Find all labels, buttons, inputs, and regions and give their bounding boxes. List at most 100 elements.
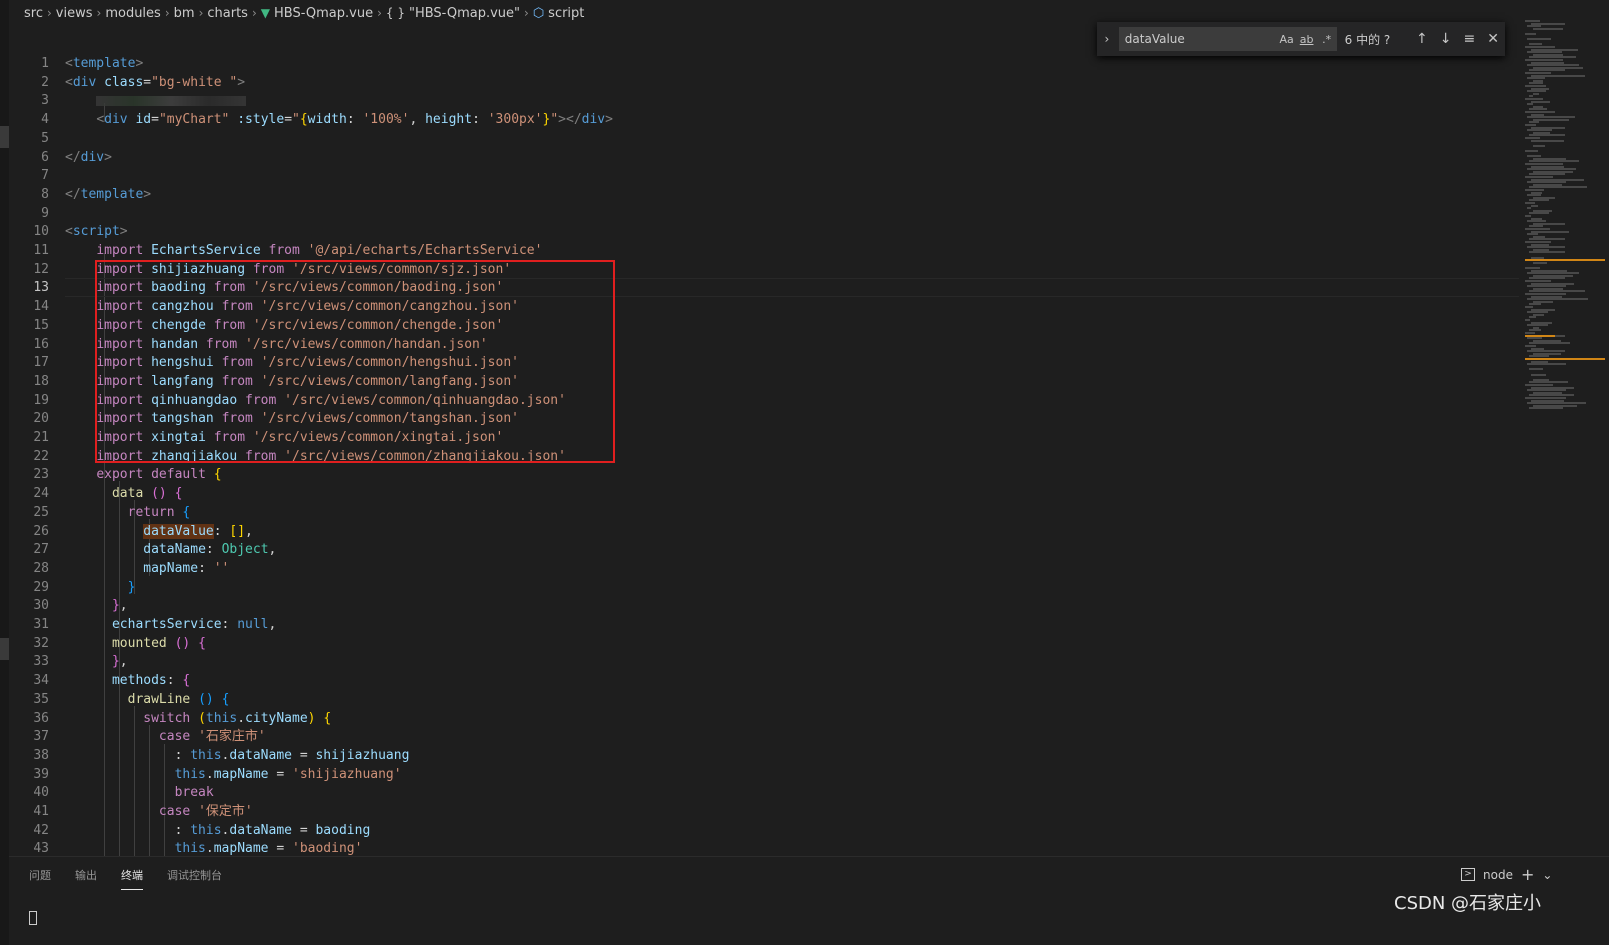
chevron-right-icon: › — [377, 6, 382, 20]
chevron-right-icon[interactable]: › — [1097, 32, 1117, 46]
code-line[interactable]: 6 </div> — [9, 148, 1519, 167]
breadcrumb-item[interactable]: bm — [174, 6, 195, 21]
code-line[interactable]: 34 methods: { — [9, 671, 1519, 690]
regex-button[interactable]: .* — [1317, 33, 1337, 46]
code-line[interactable]: 11 import EchartsService from '@/api/ech… — [9, 241, 1519, 260]
code-line[interactable]: 31 echartsService: null, — [9, 615, 1519, 634]
breadcrumb-item[interactable]: src — [24, 6, 43, 21]
watermark: CSDN @石家庄小 — [1394, 893, 1542, 914]
code-token: " — [292, 112, 300, 128]
line-number: 36 — [33, 710, 49, 726]
code-token: < — [65, 224, 73, 240]
code-line[interactable]: 7 — [9, 166, 1519, 185]
code-line[interactable]: 33 }, — [9, 652, 1519, 671]
close-icon[interactable]: ✕ — [1481, 31, 1505, 47]
arrow-down-icon[interactable]: ↓ — [1434, 31, 1458, 47]
terminal-name[interactable]: node — [1483, 868, 1513, 882]
code-token: Object — [221, 542, 269, 558]
add-terminal-button[interactable]: + — [1521, 865, 1534, 884]
code-token: { — [198, 635, 206, 651]
tab-output[interactable]: 输出 — [75, 865, 97, 890]
code-token: baoding — [315, 822, 371, 838]
code-line[interactable]: 10 <script> — [9, 222, 1519, 241]
activity-indicator — [0, 638, 9, 660]
code-token: , — [245, 523, 253, 539]
code-line[interactable]: 5 — [9, 129, 1519, 148]
match-case-button[interactable]: Aa — [1277, 33, 1297, 46]
code-line[interactable]: 2 <div class="bg-white "> — [9, 73, 1519, 92]
code-line[interactable]: 32 mounted () { — [9, 634, 1519, 653]
code-token: this — [190, 747, 222, 763]
minimap-line — [1527, 103, 1533, 106]
code-line[interactable]: 1 <template> — [9, 54, 1519, 73]
code-line[interactable]: 28 mapName: '' — [9, 559, 1519, 578]
minimap-line — [1533, 92, 1540, 95]
code-text: <template> — [65, 54, 143, 73]
code-line[interactable]: 23 export default { — [9, 465, 1519, 484]
code-line[interactable]: 40 break — [9, 783, 1519, 802]
minimap-line — [1525, 150, 1538, 152]
code-line[interactable]: 9 — [9, 204, 1519, 223]
activity-indicator — [0, 126, 9, 148]
code-line[interactable]: 36 switch (this.cityName) { — [9, 709, 1519, 728]
tab-problems[interactable]: 问题 — [29, 865, 51, 890]
code-line[interactable]: 41 case '保定市' — [9, 802, 1519, 821]
breadcrumb-symbol[interactable]: script — [548, 6, 584, 21]
code-line[interactable]: 29 } — [9, 578, 1519, 597]
code-line[interactable]: 42 : this.dataName = baoding — [9, 821, 1519, 840]
code-token: ( — [198, 710, 206, 726]
breadcrumb-item[interactable]: views — [56, 6, 93, 21]
code-token: > — [104, 149, 112, 165]
code-line[interactable]: 26 dataValue: [], — [9, 522, 1519, 541]
tab-debug-console[interactable]: 调试控制台 — [167, 865, 222, 890]
chevron-down-icon[interactable]: ⌄ — [1542, 868, 1552, 882]
code-line[interactable]: 24 data () { — [9, 484, 1519, 503]
tab-terminal[interactable]: 终端 — [121, 865, 143, 890]
code-line[interactable]: 8 </template> — [9, 185, 1519, 204]
code-line[interactable]: 43 this.mapName = 'baoding' — [9, 839, 1519, 856]
code-token: </ — [65, 186, 81, 202]
find-input-box[interactable]: Aa ab .* — [1118, 27, 1337, 51]
code-line[interactable]: 3 — [9, 91, 1519, 110]
code-text: return { — [65, 503, 191, 522]
minimap-line — [1529, 316, 1537, 319]
minimap[interactable] — [1525, 20, 1609, 420]
match-whole-word-button[interactable]: ab — [1297, 33, 1317, 46]
line-number: 29 — [33, 579, 49, 595]
line-number: 12 — [33, 261, 49, 277]
breadcrumb-symbol[interactable]: "HBS-Qmap.vue" — [409, 6, 520, 21]
find-in-selection-icon[interactable]: ≡ — [1458, 31, 1482, 47]
code-line[interactable]: 37 case '石家庄市' — [9, 727, 1519, 746]
line-number: 14 — [33, 299, 49, 315]
code-token: < — [65, 56, 73, 71]
breadcrumb-item[interactable]: charts — [207, 6, 248, 21]
code-line[interactable]: 39 this.mapName = 'shijiazhuang' — [9, 765, 1519, 784]
code-line[interactable]: 30 }, — [9, 596, 1519, 615]
find-input[interactable] — [1122, 31, 1277, 47]
panel-tabs: 问题 输出 终端 调试控制台 — [29, 865, 222, 890]
code-text: methods: { — [65, 671, 190, 690]
chevron-right-icon: › — [251, 6, 257, 20]
arrow-up-icon[interactable]: ↑ — [1410, 31, 1434, 47]
code-line[interactable]: 35 drawLine () { — [9, 690, 1519, 709]
breadcrumb-item[interactable]: modules — [105, 6, 161, 21]
code-line[interactable]: 25 return { — [9, 503, 1519, 522]
bottom-panel: 问题 输出 终端 调试控制台 > node + ⌄ CSDN @石家庄小 — [9, 856, 1609, 945]
code-text: }, — [65, 652, 128, 671]
code-line[interactable]: 4 <div id="myChart" :style="{width: '100… — [9, 110, 1519, 129]
minimap-line — [1531, 139, 1564, 142]
code-token: . — [205, 766, 214, 782]
breadcrumb-file[interactable]: HBS-Qmap.vue — [274, 6, 373, 21]
code-token: , — [119, 654, 128, 670]
code-line[interactable]: 38 : this.dataName = shijiazhuang — [9, 746, 1519, 765]
code-line[interactable]: 27 dataName: Object, — [9, 540, 1519, 559]
